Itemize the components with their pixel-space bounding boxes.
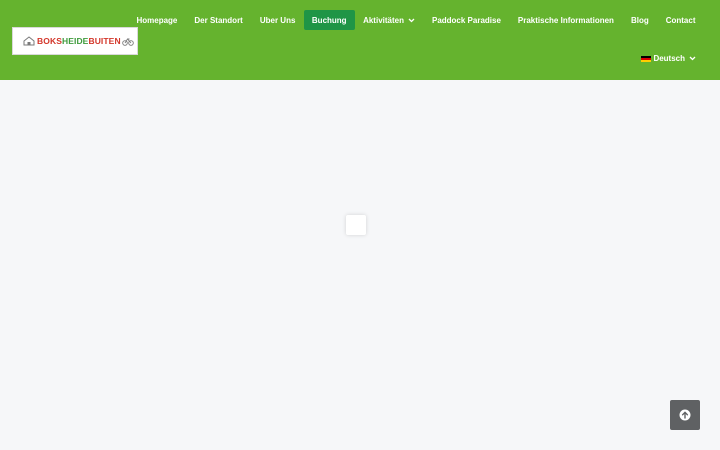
nav-item-label: Buchung [311,15,347,25]
logo-wordmark: BOKSHEIDEBUITEN [37,36,121,46]
nav-item-label: Der Standort [194,15,243,25]
bicycle-icon [121,38,134,46]
chevron-down-icon [408,18,415,22]
german-flag-icon [641,55,652,62]
logo-part-1: BOKS [37,36,62,46]
nav-item-label: Paddock Paradise [431,15,501,25]
main-nav: Homepage Der Standort Uber Uns Buchung Aktiv… [128,10,704,30]
cabin-icon [23,36,35,46]
back-to-top-button[interactable] [670,400,700,430]
nav-item-label: Contact [665,15,696,25]
chevron-down-icon [689,56,696,61]
nav-item-label: Blog [630,15,649,25]
arrow-up-circle-icon [679,409,691,421]
language-switcher[interactable]: Deutsch [641,54,696,63]
nav-item-blog[interactable]: Blog [622,10,657,30]
nav-item-uber-uns[interactable]: Uber Uns [251,10,304,30]
loading-spinner-icon [346,215,366,235]
nav-item-label: Aktivitäten [363,15,404,25]
nav-item-label: Uber Uns [259,15,296,25]
nav-item-aktivit-ten[interactable]: Aktivitäten [355,10,424,30]
logo-part-3: BUITEN [88,36,121,46]
nav-item-der-standort[interactable]: Der Standort [186,10,251,30]
site-logo[interactable]: BOKSHEIDEBUITEN [12,27,138,55]
nav-item-paddock-paradise[interactable]: Paddock Paradise [423,10,509,30]
nav-item-label: Praktische Informationen [517,15,614,25]
nav-item-contact[interactable]: Contact [657,10,704,30]
nav-item-label: Homepage [136,15,178,25]
nav-item-homepage[interactable]: Homepage [128,10,186,30]
nav-item-buchung[interactable]: Buchung [303,10,355,30]
nav-item-praktische-informationen[interactable]: Praktische Informationen [509,10,622,30]
language-label: Deutsch [653,54,685,63]
site-header: BOKSHEIDEBUITEN Homepage Der Standort Uber… [0,0,720,80]
logo-part-2: HEIDE [61,36,89,46]
